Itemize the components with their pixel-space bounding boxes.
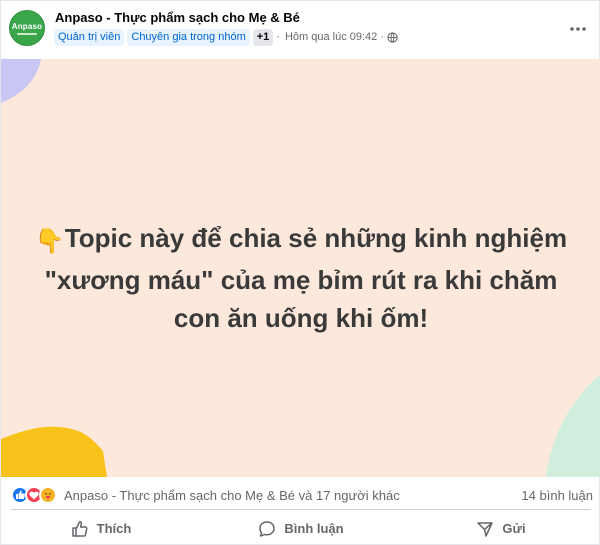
badge-group-expert[interactable]: Chuyên gia trong nhóm — [127, 28, 250, 46]
post-text: 👇Topic này để chia sẻ những kinh nghiệm … — [21, 219, 581, 337]
group-name-link[interactable]: Anpaso - Thực phẩm sạch cho Mẹ & Bé — [55, 10, 300, 25]
post-header: Anpaso Anpaso - Thực phẩm sạch cho Mẹ & … — [1, 1, 600, 57]
pointing-down-emoji-icon: 👇 — [34, 228, 65, 255]
comment-bubble-icon — [259, 520, 276, 537]
like-button[interactable]: Thích — [1, 511, 201, 545]
send-button-label: Gửi — [502, 521, 526, 536]
reactions-bar: Anpaso - Thực phẩm sạch cho Mẹ & Bé và 1… — [1, 478, 600, 510]
badge-admin[interactable]: Quản trị viên — [54, 28, 125, 46]
post-text-line-3: con ăn uống khi ốm! — [173, 303, 429, 333]
post-text-line-2: "xương máu" của mẹ bỉm rút ra khi chăm — [44, 265, 558, 295]
actions-divider — [11, 509, 591, 510]
post-text-line-1: Topic này để chia sẻ những kinh nghiệm — [64, 223, 568, 253]
badge-more[interactable]: +1 — [252, 28, 274, 46]
reaction-icons[interactable] — [11, 486, 57, 504]
comment-button[interactable]: Bình luận — [201, 511, 401, 545]
post-meta: Quản trị viên Chuyên gia trong nhóm +1 ·… — [54, 28, 398, 46]
send-icon — [477, 521, 494, 537]
group-post: Anpaso Anpaso - Thực phẩm sạch cho Mẹ & … — [0, 0, 600, 545]
post-timestamp[interactable]: Hôm qua lúc 09:42 — [285, 31, 377, 43]
avatar-logo-text: Anpaso — [11, 21, 43, 31]
care-icon — [39, 486, 57, 504]
group-avatar[interactable]: Anpaso — [9, 10, 45, 46]
thumbs-up-icon — [71, 520, 88, 537]
more-options-icon[interactable] — [566, 17, 590, 41]
comment-button-label: Bình luận — [284, 521, 344, 536]
meta-separator: · — [276, 31, 280, 43]
meta-separator: · — [380, 31, 384, 43]
post-background-card: 👇Topic này để chia sẻ những kinh nghiệm … — [1, 59, 600, 477]
avatar-logo-underline — [17, 32, 37, 35]
like-button-label: Thích — [96, 521, 132, 536]
audience-globe-icon — [387, 31, 398, 43]
comment-count[interactable]: 14 bình luận — [521, 488, 593, 503]
reaction-summary[interactable]: Anpaso - Thực phẩm sạch cho Mẹ & Bé và 1… — [64, 488, 400, 503]
post-actions: Thích Bình luận Gửi — [1, 511, 600, 545]
send-button[interactable]: Gửi — [401, 511, 600, 545]
